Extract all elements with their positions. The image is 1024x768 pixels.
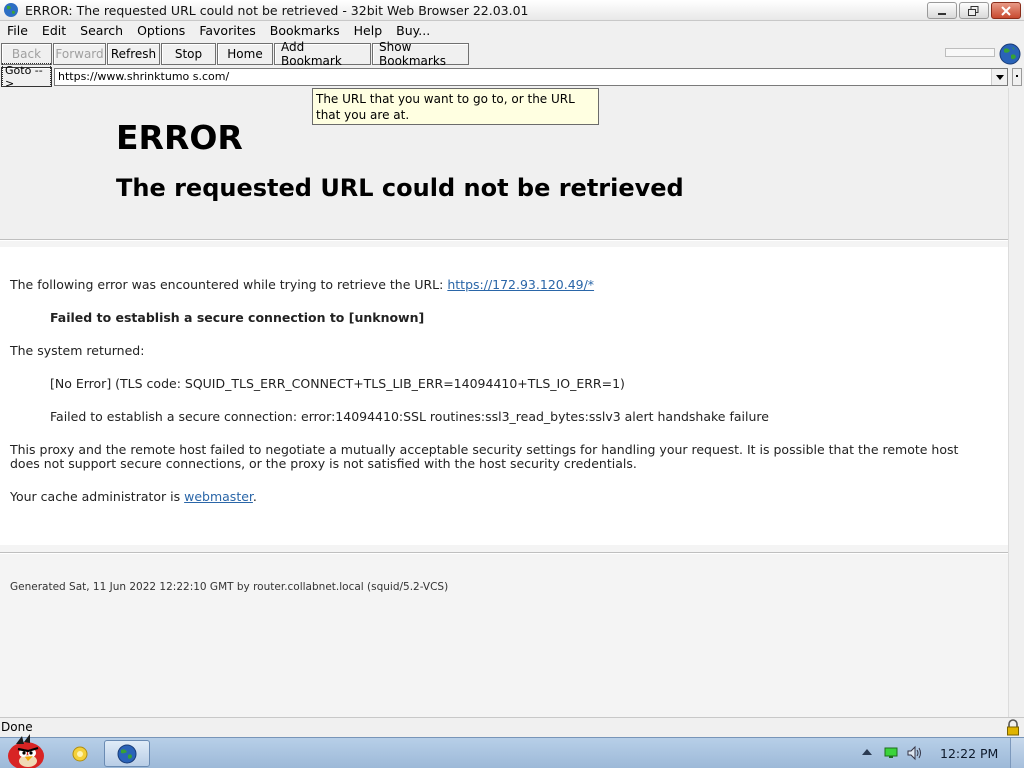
globe-activity-icon xyxy=(999,43,1021,65)
menu-bookmarks[interactable]: Bookmarks xyxy=(263,21,347,41)
taskbar-clock[interactable]: 12:22 PM xyxy=(940,746,998,761)
minimize-button[interactable] xyxy=(927,2,957,19)
error-body: The following error was encountered whil… xyxy=(0,247,1008,545)
volume-icon[interactable] xyxy=(906,745,924,761)
close-button[interactable] xyxy=(991,2,1021,19)
start-button-bird-icon[interactable] xyxy=(2,732,50,768)
stop-button[interactable]: Stop xyxy=(161,42,216,65)
progress-indicator xyxy=(945,48,995,57)
menu-favorites[interactable]: Favorites xyxy=(192,21,262,41)
webmaster-link[interactable]: webmaster xyxy=(184,489,253,504)
globe-icon xyxy=(117,744,137,763)
menu-file[interactable]: File xyxy=(0,21,35,41)
admin-line: Your cache administrator is webmaster. xyxy=(10,489,257,504)
quick-launch-icon[interactable] xyxy=(70,745,90,763)
error-heading: ERROR xyxy=(116,118,243,157)
menu-edit[interactable]: Edit xyxy=(35,21,73,41)
minimize-icon xyxy=(938,12,946,15)
url-tooltip: The URL that you want to go to, or the U… xyxy=(312,88,599,125)
show-desktop-button[interactable] xyxy=(1010,738,1024,768)
page-content: ERROR The requested URL could not be ret… xyxy=(0,88,1008,717)
taskbar-browser-button[interactable] xyxy=(104,740,150,767)
error-url-prefix: The following error was encountered whil… xyxy=(10,277,448,292)
show-bookmarks-button[interactable]: Show Bookmarks xyxy=(372,40,469,68)
close-icon xyxy=(1001,5,1011,16)
address-extra-button[interactable] xyxy=(1012,68,1022,86)
divider xyxy=(0,239,1008,241)
system-returned-label: The system returned: xyxy=(10,343,145,358)
home-button[interactable]: Home xyxy=(217,42,273,65)
globe-icon xyxy=(4,3,18,17)
error-url-line: The following error was encountered whil… xyxy=(10,277,594,292)
refresh-button[interactable]: Refresh xyxy=(107,42,160,65)
menu-help[interactable]: Help xyxy=(347,21,390,41)
chevron-down-icon xyxy=(995,74,1004,80)
admin-suffix: . xyxy=(252,489,257,504)
restore-icon xyxy=(968,5,979,16)
address-bar: Goto --> https://www.shrinktumo s.com/ xyxy=(0,63,1024,91)
explanation-line-2: does not support secure connections, or … xyxy=(10,456,637,471)
url-input[interactable]: https://www.shrinktumo s.com/ xyxy=(54,68,1008,86)
error-subheading: The requested URL could not be retrieved xyxy=(116,174,684,202)
footer-generated: Generated Sat, 11 Jun 2022 12:22:10 GMT … xyxy=(10,581,449,593)
failed-message: Failed to establish a secure connection … xyxy=(50,310,425,325)
divider xyxy=(0,552,1008,554)
add-bookmark-button[interactable]: Add Bookmark xyxy=(274,40,371,68)
tray-expand-icon[interactable] xyxy=(862,749,872,755)
taskbar: 12:22 PM xyxy=(0,734,1024,768)
window-title: ERROR: The requested URL could not be re… xyxy=(25,2,529,18)
title-bar: ERROR: The requested URL could not be re… xyxy=(0,0,1024,21)
admin-prefix: Your cache administrator is xyxy=(10,489,185,504)
menu-buy[interactable]: Buy... xyxy=(389,21,437,41)
vertical-scrollbar[interactable] xyxy=(1008,88,1024,717)
menu-search[interactable]: Search xyxy=(73,21,130,41)
forward-button[interactable]: Forward xyxy=(53,42,106,65)
url-dropdown-button[interactable] xyxy=(991,69,1007,85)
tls-code-text: [No Error] (TLS code: SQUID_TLS_ERR_CONN… xyxy=(50,376,625,391)
status-bar: Done xyxy=(0,717,1024,737)
toolbar: Back Forward Refresh Stop Home Add Bookm… xyxy=(0,40,1024,68)
dot-icon xyxy=(1016,75,1018,77)
network-icon[interactable] xyxy=(884,747,898,759)
explanation-line-1: This proxy and the remote host failed to… xyxy=(10,442,959,457)
goto-button[interactable]: Goto --> xyxy=(1,63,52,91)
ssl-error-text: Failed to establish a secure connection:… xyxy=(50,409,769,424)
restore-button[interactable] xyxy=(959,2,989,19)
lock-icon xyxy=(1007,719,1019,736)
error-url-link[interactable]: https://172.93.120.49/* xyxy=(447,277,594,292)
goto-label: Goto --> xyxy=(2,63,51,91)
menu-options[interactable]: Options xyxy=(130,21,192,41)
back-button[interactable]: Back xyxy=(1,42,52,65)
menu-bar: File Edit Search Options Favorites Bookm… xyxy=(0,21,1024,41)
